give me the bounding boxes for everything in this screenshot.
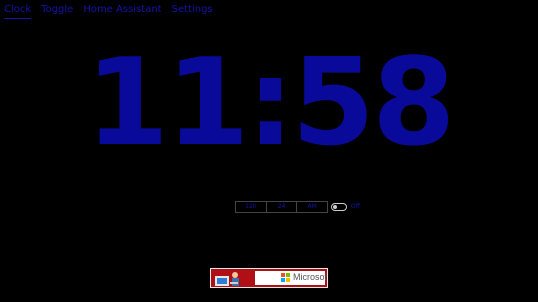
microsoft-logo-icon [281,273,290,282]
ad-illustration-icon [215,272,239,286]
format-option-am[interactable]: AM [297,202,327,212]
ad-brand-text: Microsoft [293,272,328,282]
tab-toggle[interactable]: Toggle [41,4,73,19]
toggle-label: Off [351,203,360,210]
tab-clock[interactable]: Clock [4,4,32,19]
tab-home-assistant[interactable]: Home Assistant [83,4,161,19]
time-format-selector: 12h 24 AM [235,201,328,213]
format-option-12h[interactable]: 12h [236,202,267,212]
clock-display: 11:58 [85,34,456,173]
tab-settings[interactable]: Settings [172,4,213,19]
ad-panel: Microsoft [255,271,328,285]
toggle-knob [333,205,337,209]
ad-banner[interactable]: Microsoft [210,268,328,288]
format-option-24[interactable]: 24 [267,202,298,212]
toggle-switch[interactable] [331,203,347,211]
top-nav: Clock Toggle Home Assistant Settings [4,4,213,19]
